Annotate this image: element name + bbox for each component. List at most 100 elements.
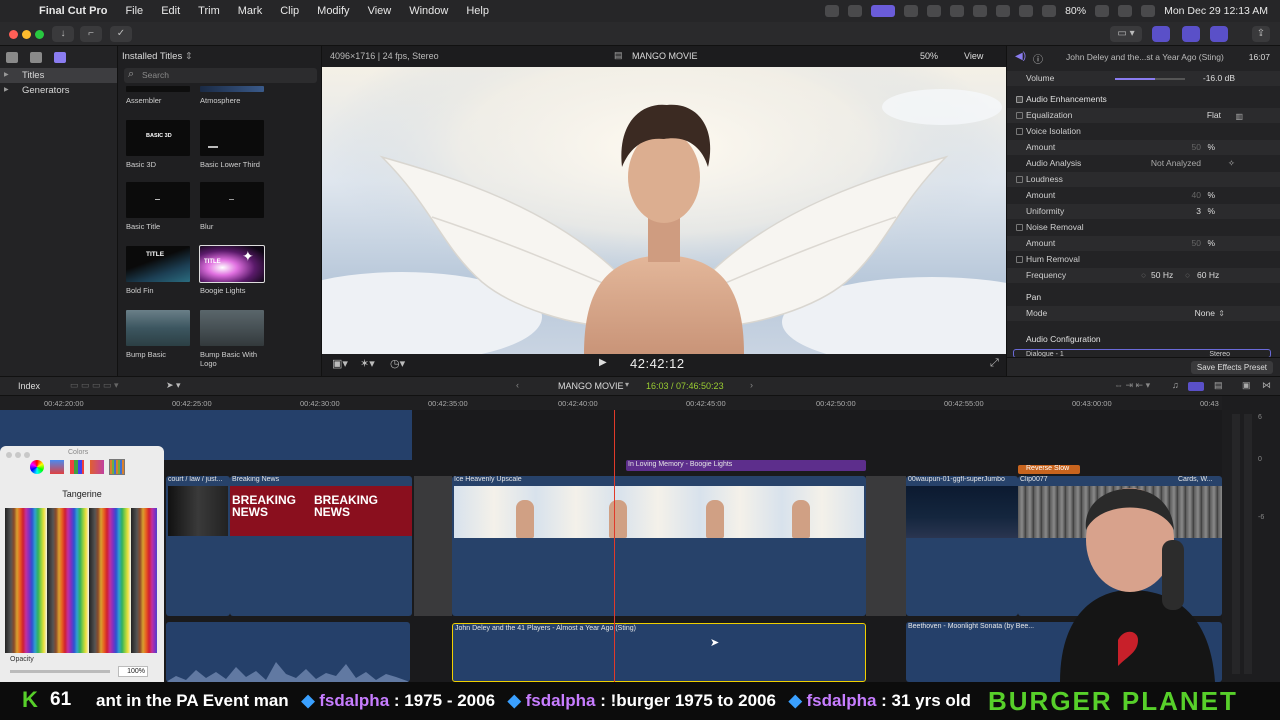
audio-clip-left[interactable] (166, 622, 410, 682)
viewer-view-menu[interactable]: View (964, 51, 983, 61)
title-tile-bold-fin[interactable]: TITLE Bold Fin (126, 246, 192, 295)
audio-enhancements-checkbox[interactable] (1016, 96, 1023, 103)
titles-generators-icon[interactable] (54, 51, 66, 63)
import-button[interactable]: ↓ (52, 26, 74, 42)
menu-view[interactable]: View (359, 5, 401, 17)
equalization-value[interactable]: Flat (1207, 108, 1221, 123)
colors-minimize-button[interactable] (15, 452, 21, 458)
record-status-icon[interactable] (825, 5, 840, 17)
opacity-slider[interactable] (10, 670, 110, 673)
audio-configuration-header[interactable]: Audio Configuration (1007, 332, 1280, 347)
voice-amount-value[interactable]: 50 (1192, 140, 1201, 155)
fullscreen-icon[interactable]: ⤢ (990, 357, 999, 370)
menu-extra-icon[interactable] (904, 5, 919, 17)
wifi-icon[interactable] (1042, 5, 1057, 17)
background-tasks-button[interactable]: ✓ (110, 26, 132, 42)
timeline-view-icons[interactable]: ⇔ ⇥ ⇤ ▾ (1114, 380, 1150, 391)
timeline-index-button[interactable]: Index (18, 381, 40, 391)
menu-edit[interactable]: Edit (152, 5, 189, 17)
search-input[interactable]: Search (124, 67, 317, 83)
crayon-picker[interactable] (5, 508, 157, 653)
freq-60-radio[interactable]: ○ (1185, 268, 1190, 283)
timeline-area[interactable]: In Loving Memory - Boogie Lights court /… (0, 410, 1222, 682)
browser-header[interactable]: Installed Titles ⇕ (118, 46, 321, 68)
viewer-timecode[interactable]: 42:42:12 (630, 356, 685, 371)
pan-header[interactable]: Pan (1007, 290, 1280, 305)
gap-clip[interactable] (866, 476, 906, 616)
screen-share-icon[interactable] (871, 5, 896, 17)
audio-clip-john-deley[interactable]: John Deley and the 41 Players - Almost a… (452, 623, 866, 682)
eq-graph-icon[interactable]: ▥ (1235, 109, 1243, 124)
menu-window[interactable]: Window (400, 5, 457, 17)
play-icon[interactable]: ▶ (599, 357, 607, 368)
menu-trim[interactable]: Trim (189, 5, 229, 17)
save-effects-preset-button[interactable]: Save Effects Preset (1190, 361, 1273, 374)
viewer-frame[interactable] (322, 67, 1006, 354)
audio-enhancements-header[interactable]: Audio Enhancements (1007, 92, 1280, 107)
title-tile-assembler[interactable]: Assembler (126, 86, 192, 105)
control-center-icon[interactable] (1141, 5, 1156, 17)
analyze-wand-icon[interactable]: ✧ (1228, 156, 1235, 171)
display-icon[interactable] (973, 5, 988, 17)
minimize-window-button[interactable] (22, 30, 31, 39)
color-palettes-tab[interactable] (70, 460, 84, 474)
enhance-tool-icon[interactable]: ✶▾ (360, 357, 375, 370)
pencils-tab[interactable] (109, 459, 125, 475)
clip-breaking-news[interactable]: Breaking News BREAKING NEWS BREAKING NEW… (230, 476, 412, 616)
clip-court[interactable]: court / law / just... (166, 476, 230, 616)
volume-slider[interactable] (1115, 78, 1185, 80)
battery-icon[interactable] (1095, 5, 1110, 17)
layout-menu-button[interactable]: ▭ ▾ (1110, 26, 1142, 42)
volume-value[interactable]: -16.0 dB (1203, 71, 1235, 86)
title-tile-atmosphere[interactable]: Atmosphere (200, 86, 266, 105)
title-tile-basic-lower-third[interactable]: Basic Lower Third (200, 120, 266, 169)
bluetooth-icon[interactable] (1019, 5, 1034, 17)
sidebar-item-generators[interactable]: Generators (0, 83, 117, 98)
pan-mode-value[interactable]: None (1195, 306, 1215, 321)
timeline-ruler[interactable]: 00:42:20:00 00:42:25:00 00:42:30:00 00:4… (0, 396, 1222, 410)
speed-tool-icon[interactable]: ◷▾ (390, 357, 405, 370)
info-inspector-icon[interactable]: ⓘ (1033, 51, 1043, 66)
search-icon[interactable] (1118, 5, 1133, 17)
close-window-button[interactable] (9, 30, 18, 39)
show-browser-button[interactable] (1152, 26, 1170, 42)
menubar-clock[interactable]: Mon Dec 29 12:13 AM (1164, 5, 1268, 17)
play-icon[interactable] (927, 5, 942, 17)
timeline-forward-icon[interactable]: › (750, 380, 753, 390)
headphones-icon[interactable]: ♫ (1172, 380, 1179, 390)
libraries-icon[interactable] (30, 51, 42, 63)
audio-inspector-icon[interactable]: ◀) (1015, 51, 1026, 62)
title-tile-basic-title[interactable]: Basic Title (126, 182, 192, 231)
menu-help[interactable]: Help (457, 5, 498, 17)
loudness-amount-value[interactable]: 40 (1192, 188, 1201, 203)
timeline-project-name[interactable]: MANGO MOVIE (558, 381, 624, 391)
color-wheel-tab[interactable] (30, 460, 44, 474)
show-inspector-button[interactable] (1210, 26, 1228, 42)
title-tile-boogie-lights[interactable]: TITLE ✦ Boogie Lights (199, 245, 266, 295)
transitions-browser-icon[interactable]: ⋈ (1262, 380, 1271, 391)
voice-isolation-checkbox[interactable] (1016, 128, 1023, 135)
equalization-checkbox[interactable] (1016, 112, 1023, 119)
zoom-window-button[interactable] (35, 30, 44, 39)
colors-close-button[interactable] (6, 452, 12, 458)
skimming-toggle[interactable] (1188, 382, 1204, 391)
title-clip-boogie-lights[interactable]: In Loving Memory - Boogie Lights (626, 460, 866, 471)
noise-amount-value[interactable]: 50 (1192, 236, 1201, 251)
show-timeline-button[interactable] (1182, 26, 1200, 42)
clip-night-jumbo[interactable]: 00waupun-01-ggfl-superJumbo (906, 476, 1018, 616)
colors-zoom-button[interactable] (24, 452, 30, 458)
uniformity-value[interactable]: 3 (1196, 204, 1201, 219)
color-sliders-tab[interactable] (50, 460, 64, 474)
hum-removal-checkbox[interactable] (1016, 256, 1023, 263)
select-tool-icon[interactable]: ➤ ▾ (166, 380, 181, 391)
effects-browser-icon[interactable]: ▣ (1242, 380, 1251, 391)
playhead[interactable] (614, 410, 615, 682)
transform-tool-icon[interactable]: ▣▾ (332, 357, 348, 370)
clip-append-icons[interactable]: ▭ ▭ ▭ ▭ ▾ (70, 380, 119, 391)
menu-modify[interactable]: Modify (308, 5, 358, 17)
opacity-value-field[interactable]: 100% (118, 666, 148, 677)
viewer-zoom-menu[interactable]: 50% (920, 51, 938, 61)
menu-file[interactable]: File (116, 5, 152, 17)
menu-mark[interactable]: Mark (229, 5, 271, 17)
photos-audio-icon[interactable] (6, 51, 18, 63)
